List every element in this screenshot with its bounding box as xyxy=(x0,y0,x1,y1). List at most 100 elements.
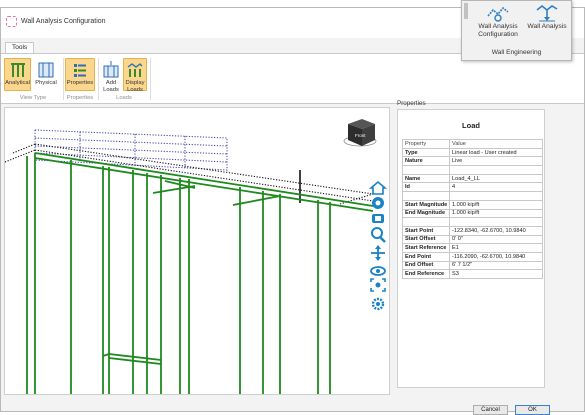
wall-analysis-configuration-button[interactable]: Wall Analysis Configuration xyxy=(472,3,524,47)
property-name xyxy=(402,165,450,175)
table-row[interactable]: Nature Live xyxy=(402,156,543,167)
table-row[interactable]: Name Load_4_LL xyxy=(402,173,543,184)
property-value: Load_4_LL xyxy=(449,173,543,184)
look-icon[interactable] xyxy=(372,197,384,209)
property-value: S3 xyxy=(449,269,543,279)
property-value: E1 xyxy=(449,243,543,253)
tab-tools[interactable]: Tools xyxy=(5,42,35,53)
orbit-icon[interactable] xyxy=(370,266,386,276)
navigation-icons xyxy=(368,180,388,311)
wall-analysis-button[interactable]: Wall Analysis xyxy=(524,3,570,47)
property-value: 1.000 kip/ft xyxy=(449,199,543,210)
analysis-label: Wall Analysis xyxy=(527,23,567,30)
group-separator xyxy=(63,58,64,100)
property-name: Nature xyxy=(402,156,450,167)
app-icon xyxy=(6,16,17,27)
properties-panel: Properties Load Property Value Type Linea… xyxy=(393,100,549,388)
table-row[interactable]: Start Offset 0' 0" xyxy=(402,234,543,245)
wall-model-drawing: Front xyxy=(5,119,377,394)
settings-icon[interactable] xyxy=(371,297,385,311)
model-viewport[interactable]: Front xyxy=(4,107,390,395)
wall-engineering-panel: Wall Analysis Configuration Wall Analysi… xyxy=(461,0,572,61)
table-header-row: Property Value xyxy=(402,139,543,149)
table-row[interactable]: Id 4 xyxy=(402,182,543,193)
property-value: 6' 7 1/2" xyxy=(449,260,543,271)
navigation-toolbar xyxy=(368,180,388,322)
physical-label: Physical xyxy=(35,80,57,86)
physical-icon xyxy=(38,62,54,78)
display-loads-label-2: Loads xyxy=(127,86,143,93)
property-value xyxy=(449,191,543,201)
properties-caption: Properties xyxy=(397,100,426,107)
property-value xyxy=(449,165,543,175)
table-row xyxy=(402,191,543,201)
table-row xyxy=(402,217,543,227)
add-loads-label-2: Loads xyxy=(103,86,119,93)
property-name: Id xyxy=(402,182,450,193)
property-name: Start Point xyxy=(402,225,450,236)
table-row[interactable]: End Offset 6' 7 1/2" xyxy=(402,260,543,271)
table-row[interactable]: End Magnitude 1.000 kip/ft xyxy=(402,208,543,219)
properties-label: Properties xyxy=(66,80,94,86)
table-row xyxy=(402,165,543,175)
property-value: -116.2090, -62.6700, 10.9840 xyxy=(449,251,543,262)
table-row[interactable]: End Reference S3 xyxy=(402,269,543,279)
panel-grip-icon[interactable] xyxy=(464,3,468,19)
navigation-cube-icon[interactable]: Front xyxy=(343,119,377,147)
properties-button[interactable]: Properties xyxy=(65,58,95,91)
property-name xyxy=(402,217,450,227)
add-loads-button[interactable]: Add Loads xyxy=(100,58,122,93)
property-value: 0' 0" xyxy=(449,234,543,245)
table-row[interactable]: Start Magnitude 1.000 kip/ft xyxy=(402,199,543,210)
properties-box: Load Property Value Type Linear load - Us… xyxy=(397,109,545,388)
dialog-window: Wall Analysis Configuration Tools Analyt… xyxy=(0,7,585,415)
home-icon[interactable] xyxy=(368,180,388,195)
property-value: 1.000 kip/ft xyxy=(449,208,543,219)
property-value: Live xyxy=(449,156,543,167)
properties-table: Property Value Type Linear load - User cr… xyxy=(402,139,543,279)
walk-icon[interactable] xyxy=(372,214,384,223)
property-value: -122.8340, -62.6700, 10.9840 xyxy=(449,225,543,236)
table-row[interactable]: Start Reference E1 xyxy=(402,243,543,253)
wall-framing xyxy=(26,152,374,394)
ok-button[interactable]: OK xyxy=(515,405,550,415)
group-label-view-type: View Type xyxy=(19,95,47,101)
config-label-1: Wall Analysis xyxy=(478,23,518,30)
display-loads-icon xyxy=(127,63,143,77)
load-outline xyxy=(34,129,228,171)
analytical-icon xyxy=(10,63,25,77)
property-name: Start Magnitude xyxy=(402,199,450,210)
property-name xyxy=(402,191,450,201)
window-title: Wall Analysis Configuration xyxy=(21,18,106,25)
property-value: 4 xyxy=(449,182,543,193)
table-row[interactable]: End Point -116.2090, -62.6700, 10.9840 xyxy=(402,251,543,262)
property-value: Linear load - User created xyxy=(449,147,543,158)
analytical-label: Analytical xyxy=(5,80,30,86)
zoom-icon[interactable] xyxy=(371,227,386,243)
property-name: End Reference xyxy=(402,269,450,279)
properties-icon xyxy=(74,64,86,77)
analytical-button[interactable]: Analytical xyxy=(4,58,31,91)
property-name: Type xyxy=(402,147,450,158)
physical-button[interactable]: Physical xyxy=(33,58,59,91)
display-loads-button[interactable]: Display Loads xyxy=(123,58,147,93)
property-name: Start Reference xyxy=(402,243,450,253)
pan-icon[interactable] xyxy=(371,245,385,261)
properties-heading: Load xyxy=(462,121,480,130)
property-name: End Magnitude xyxy=(402,208,450,219)
display-loads-label-1: Display xyxy=(125,80,145,86)
property-name: End Point xyxy=(402,251,450,262)
fit-icon[interactable] xyxy=(370,278,386,292)
config-label-2: Configuration xyxy=(478,30,518,38)
property-value xyxy=(449,217,543,227)
group-separator xyxy=(98,58,99,100)
table-row[interactable]: Start Point -122.8340, -62.6700, 10.9840 xyxy=(402,225,543,236)
navcube-label: Front xyxy=(355,133,366,138)
cancel-button[interactable]: Cancel xyxy=(473,405,508,415)
property-name: Start Offset xyxy=(402,234,450,245)
wall-analysis-icon xyxy=(536,4,558,22)
group-separator xyxy=(150,58,151,100)
add-loads-label-1: Add xyxy=(105,80,117,86)
table-row[interactable]: Type Linear load - User created xyxy=(402,147,543,158)
group-label-loads: Loads xyxy=(116,95,132,101)
